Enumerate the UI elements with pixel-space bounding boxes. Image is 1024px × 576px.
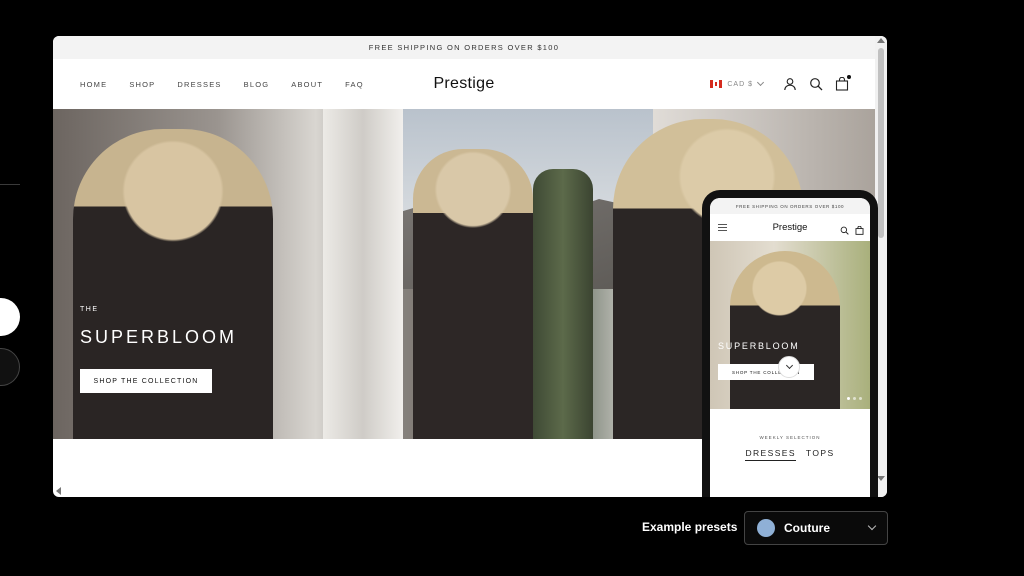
scroll-down-button[interactable] xyxy=(778,356,800,378)
cart-icon[interactable] xyxy=(835,75,851,91)
scroll-thumb[interactable] xyxy=(878,48,884,238)
hero-subtitle: THE xyxy=(80,306,99,313)
mobile-preview: FREE SHIPPING ON ORDERS OVER $100 Presti… xyxy=(702,190,878,497)
slide-indicator[interactable] xyxy=(847,397,862,400)
mobile-store-logo[interactable]: Prestige xyxy=(773,222,808,233)
nav-item-shop[interactable]: SHOP xyxy=(129,80,155,89)
presets-label: Example presets xyxy=(642,520,738,534)
hero-title: SUPERBLOOM xyxy=(80,327,238,347)
collection-tabs: DRESSES TOPS xyxy=(710,448,870,461)
preset-color-swatch xyxy=(757,519,775,537)
search-icon[interactable] xyxy=(809,77,823,91)
currency-label: CAD $ xyxy=(727,80,753,88)
header-actions: CAD $ xyxy=(710,59,851,109)
nav-item-dresses[interactable]: DRESSES xyxy=(177,80,221,89)
chevron-down-icon xyxy=(785,361,793,370)
tab-tops[interactable]: TOPS xyxy=(806,448,835,461)
cart-badge xyxy=(847,75,851,79)
hero-model-center xyxy=(413,149,533,439)
theme-toggle-dark[interactable] xyxy=(0,348,20,386)
mobile-search-icon[interactable] xyxy=(840,222,849,240)
currency-selector[interactable]: CAD $ xyxy=(710,78,765,88)
section-label: WEEKLY SELECTION xyxy=(759,435,821,440)
mobile-hero: SUPERBLOOM SHOP THE COLLECTION xyxy=(710,241,870,409)
nav-item-home[interactable]: HOME xyxy=(80,80,107,89)
chevron-down-icon xyxy=(867,521,877,531)
hero-text: THE SUPERBLOOM xyxy=(80,306,237,348)
scroll-up-icon[interactable] xyxy=(877,38,885,43)
chevron-down-icon xyxy=(756,78,765,87)
theme-toggle-light[interactable] xyxy=(0,298,20,336)
scroll-down-icon[interactable] xyxy=(877,476,885,481)
main-nav: HOME SHOP DRESSES BLOG ABOUT FAQ xyxy=(80,59,364,109)
hamburger-menu-icon[interactable] xyxy=(718,224,727,231)
nav-item-blog[interactable]: BLOG xyxy=(244,80,270,89)
preset-selected-value: Couture xyxy=(784,521,830,535)
nav-item-about[interactable]: ABOUT xyxy=(291,80,323,89)
side-divider xyxy=(0,184,20,185)
announcement-bar: FREE SHIPPING ON ORDERS OVER $100 xyxy=(53,36,875,59)
preset-select[interactable]: Couture xyxy=(744,511,888,545)
phone-screen: FREE SHIPPING ON ORDERS OVER $100 Presti… xyxy=(710,198,870,497)
mobile-cart-icon[interactable] xyxy=(855,222,864,240)
hero-cactus xyxy=(533,169,593,439)
stage: FREE SHIPPING ON ORDERS OVER $100 Presti… xyxy=(0,0,1024,576)
mobile-hero-title: SUPERBLOOM xyxy=(718,341,800,351)
shop-collection-button[interactable]: SHOP THE COLLECTION xyxy=(80,369,212,393)
account-icon[interactable] xyxy=(783,77,797,91)
tab-dresses[interactable]: DRESSES xyxy=(745,448,796,461)
mobile-header: Prestige xyxy=(710,214,870,241)
mobile-hero-model xyxy=(730,251,840,409)
nav-item-faq[interactable]: FAQ xyxy=(345,80,364,89)
mobile-header-icons xyxy=(840,222,864,240)
hero-curtain xyxy=(323,109,403,439)
site-header: Prestige HOME SHOP DRESSES BLOG ABOUT FA… xyxy=(53,59,875,109)
mobile-announcement-bar: FREE SHIPPING ON ORDERS OVER $100 xyxy=(710,198,870,214)
flag-canada-icon xyxy=(710,80,723,88)
scroll-left-icon[interactable] xyxy=(56,487,61,495)
